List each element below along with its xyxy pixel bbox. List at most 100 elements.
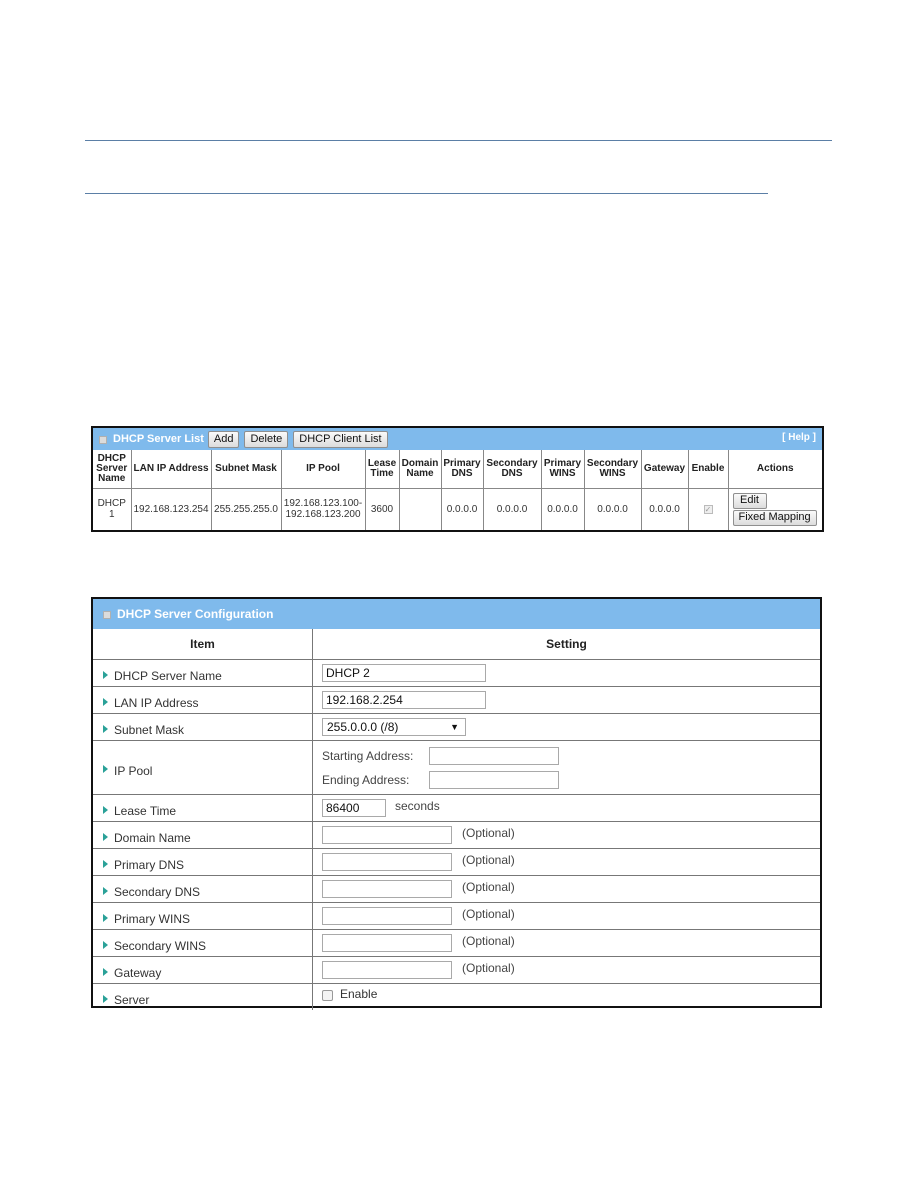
row-server: Server Enable xyxy=(93,983,820,1010)
cell-lan-ip: 192.168.123.254 xyxy=(130,487,212,530)
arrow-icon xyxy=(103,697,108,706)
config-panel-title: DHCP Server Configuration xyxy=(117,607,274,621)
label-server: Server xyxy=(114,993,150,1007)
cell-domain-name xyxy=(398,487,442,530)
label-secondary-dns: Secondary DNS xyxy=(114,885,201,899)
col-lease-time: Lease Time xyxy=(364,450,400,489)
row-lan-ip: LAN IP Address xyxy=(93,686,820,713)
dhcp-client-list-button[interactable]: DHCP Client List xyxy=(293,430,388,448)
ending-address-label: Ending Address: xyxy=(322,772,410,787)
optional-hint: (Optional) xyxy=(462,907,515,921)
col-secondary-wins: Secondary WINS xyxy=(583,450,642,489)
config-header-row: Item Setting xyxy=(93,629,820,659)
ending-address-input[interactable] xyxy=(429,770,559,789)
col-server-name: DHCP Server Name xyxy=(93,450,132,489)
cell-secondary-dns: 0.0.0.0 xyxy=(482,487,542,530)
fixed-mapping-button[interactable]: Fixed Mapping xyxy=(732,509,817,526)
panel-square-icon xyxy=(103,611,111,619)
col-enable: Enable xyxy=(687,450,729,489)
arrow-icon xyxy=(103,859,108,868)
horizontal-rule-top xyxy=(85,140,832,141)
optional-hint: (Optional) xyxy=(462,934,515,948)
help-link[interactable]: [ Help ] xyxy=(782,432,816,443)
col-actions: Actions xyxy=(727,450,822,489)
ip-pool-end: 192.168.123.200 xyxy=(285,509,361,521)
lan-ip-input[interactable] xyxy=(322,691,486,709)
col-subnet-mask: Subnet Mask xyxy=(210,450,282,489)
ip-pool-start: 192.168.123.100- xyxy=(283,498,363,510)
config-panel-header: DHCP Server Configuration xyxy=(93,599,820,629)
subnet-mask-select[interactable]: 255.0.0.0 (/8) ▼ xyxy=(322,718,466,736)
cell-actions: Edit Fixed Mapping xyxy=(727,487,822,530)
row-domain-name: Domain Name (Optional) xyxy=(93,821,820,848)
col-domain-name: Domain Name xyxy=(398,450,442,489)
arrow-icon xyxy=(103,670,108,679)
cell-lease-time: 3600 xyxy=(364,487,400,530)
secondary-wins-input[interactable] xyxy=(322,934,452,952)
cell-ip-pool: 192.168.123.100- 192.168.123.200 xyxy=(280,487,366,530)
col-lan-ip: LAN IP Address xyxy=(130,450,212,489)
label-primary-dns: Primary DNS xyxy=(114,858,185,872)
edit-button[interactable]: Edit xyxy=(732,492,767,509)
panel-title: DHCP Server List xyxy=(113,433,204,445)
label-gateway: Gateway xyxy=(114,966,162,980)
arrow-icon xyxy=(103,994,108,1003)
arrow-icon xyxy=(103,967,108,976)
label-primary-wins: Primary WINS xyxy=(114,912,190,926)
arrow-icon xyxy=(103,765,108,773)
secondary-dns-input[interactable] xyxy=(322,880,452,898)
dhcp-server-config-panel: DHCP Server Configuration Item Setting D… xyxy=(91,597,822,1010)
row-primary-dns: Primary DNS (Optional) xyxy=(93,848,820,875)
optional-hint: (Optional) xyxy=(462,826,515,840)
label-ip-pool: IP Pool xyxy=(114,763,153,778)
arrow-icon xyxy=(103,724,108,733)
cell-primary-dns: 0.0.0.0 xyxy=(440,487,484,530)
col-ip-pool: IP Pool xyxy=(280,450,366,489)
primary-wins-input[interactable] xyxy=(322,907,452,925)
delete-button[interactable]: Delete xyxy=(244,430,289,448)
arrow-icon xyxy=(103,913,108,922)
col-primary-wins: Primary WINS xyxy=(540,450,585,489)
col-secondary-dns: Secondary DNS xyxy=(482,450,542,489)
subnet-mask-selected: 255.0.0.0 (/8) xyxy=(327,720,399,734)
item-header: Item xyxy=(93,629,313,659)
label-domain-name: Domain Name xyxy=(114,831,191,845)
add-button[interactable]: Add xyxy=(207,430,240,448)
row-lease-time: Lease Time seconds xyxy=(93,794,820,821)
domain-name-input[interactable] xyxy=(322,826,452,844)
row-secondary-dns: Secondary DNS (Optional) xyxy=(93,875,820,902)
arrow-icon xyxy=(103,805,108,814)
setting-header: Setting xyxy=(546,637,587,651)
dropdown-arrow-icon: ▼ xyxy=(450,722,459,732)
server-enable-label: Enable xyxy=(340,987,378,1001)
optional-hint: (Optional) xyxy=(462,961,515,975)
optional-hint: (Optional) xyxy=(462,853,515,867)
starting-address-input[interactable] xyxy=(429,746,559,765)
arrow-icon xyxy=(103,940,108,949)
col-primary-dns: Primary DNS xyxy=(440,450,484,489)
dhcp-server-table: DHCP Server Name LAN IP Address Subnet M… xyxy=(93,450,822,530)
arrow-icon xyxy=(103,886,108,895)
optional-hint: (Optional) xyxy=(462,880,515,894)
cell-subnet-mask: 255.255.255.0 xyxy=(210,487,282,530)
label-subnet-mask: Subnet Mask xyxy=(114,723,185,737)
dhcp-server-list-header: DHCP Server List Add Delete DHCP Client … xyxy=(93,428,822,450)
row-server-name: DHCP Server Name xyxy=(93,659,820,686)
col-gateway: Gateway xyxy=(640,450,689,489)
primary-dns-input[interactable] xyxy=(322,853,452,871)
row-ip-pool: IP Pool Starting Address: Ending Address… xyxy=(93,740,820,794)
enable-checkbox-disabled: ✓ xyxy=(703,504,713,514)
label-server-name: DHCP Server Name xyxy=(114,669,222,683)
panel-square-icon xyxy=(99,436,107,444)
server-enable-checkbox[interactable] xyxy=(322,989,333,1001)
gateway-input[interactable] xyxy=(322,961,452,979)
table-row: DHCP 1 192.168.123.254 255.255.255.0 192… xyxy=(93,487,822,530)
horizontal-rule-bottom xyxy=(85,193,768,194)
server-name-input[interactable] xyxy=(322,664,486,682)
cell-gateway: 0.0.0.0 xyxy=(640,487,689,530)
table-header-row: DHCP Server Name LAN IP Address Subnet M… xyxy=(93,450,822,489)
dhcp-server-list-panel: DHCP Server List Add Delete DHCP Client … xyxy=(91,426,824,532)
lease-time-input[interactable] xyxy=(322,799,386,817)
cell-enable: ✓ xyxy=(687,487,729,530)
label-secondary-wins: Secondary WINS xyxy=(114,939,207,953)
